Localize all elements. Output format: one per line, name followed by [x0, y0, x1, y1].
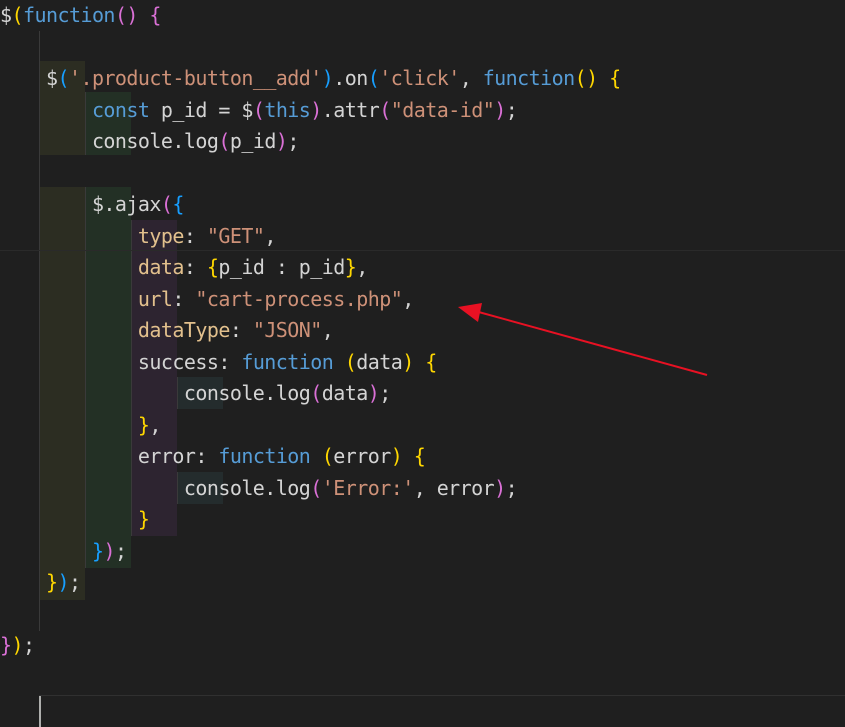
code-editor[interactable]: $(function() { $('.product-button__add')… [0, 0, 845, 727]
arrow-head [458, 303, 482, 322]
arrow-shaft [474, 310, 708, 376]
annotation-arrow [458, 303, 708, 376]
